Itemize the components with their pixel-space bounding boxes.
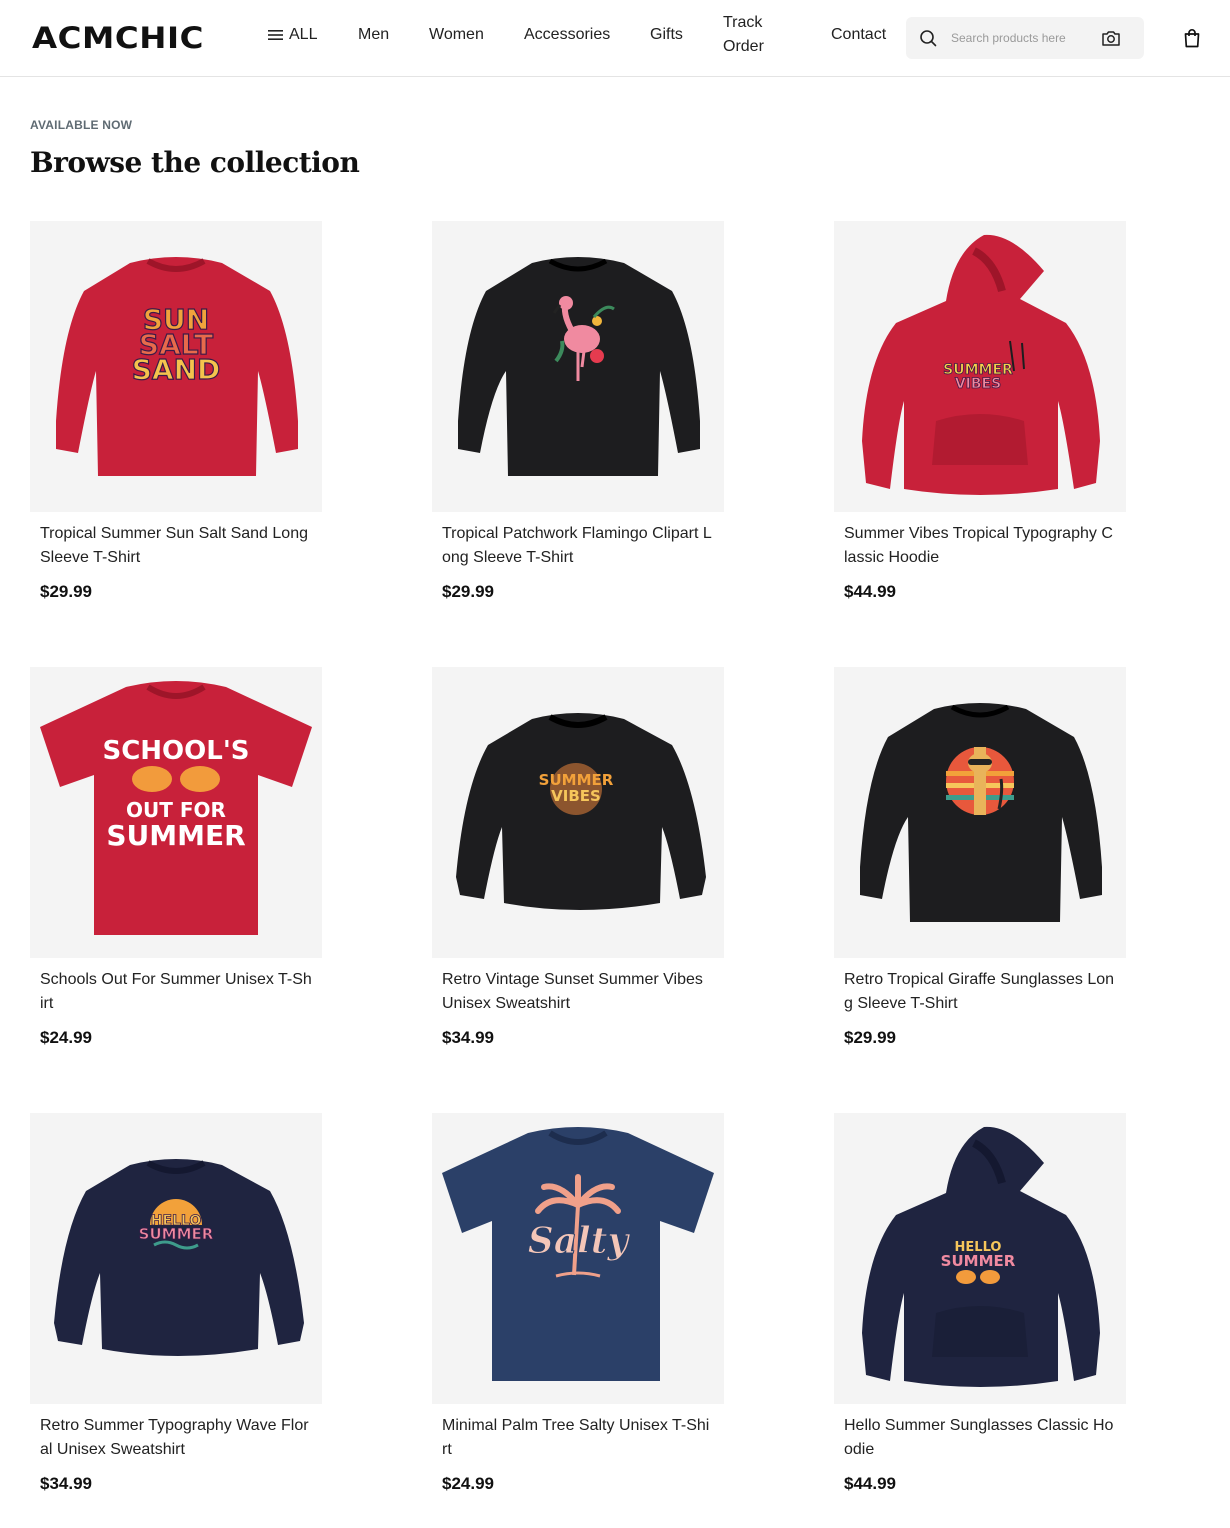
camera-icon[interactable] <box>1101 29 1121 47</box>
product-name[interactable]: Tropical Summer Sun Salt Sand Long Sleev… <box>40 522 312 570</box>
page-title: Browse the collection <box>30 146 360 179</box>
product-image[interactable]: Salty <box>432 1113 724 1404</box>
product-price: $29.99 <box>442 582 494 601</box>
product-name[interactable]: Hello Summer Sunglasses Classic Hoodie <box>844 1414 1116 1462</box>
product-price: $34.99 <box>40 1474 92 1493</box>
product-image[interactable] <box>432 221 724 512</box>
product-card[interactable]: SUMMER VIBES Summer Vibes Tropical Typog… <box>834 221 1126 602</box>
product-card[interactable]: Retro Tropical Giraffe Sunglasses Long S… <box>834 667 1126 1048</box>
product-price: $44.99 <box>844 582 896 601</box>
graphic-text-line: SCHOOL'S <box>102 736 249 766</box>
site-header: ACMCHIC ALL Men Women Accessories Gifts … <box>0 0 1230 77</box>
product-image[interactable] <box>834 667 1126 958</box>
track-order-line1: Track <box>723 14 763 31</box>
product-price: $29.99 <box>844 1028 896 1047</box>
product-image[interactable]: SUMMER VIBES <box>432 667 724 958</box>
graphic-text-line: SAND <box>132 353 221 386</box>
product-image[interactable]: SUMMER VIBES <box>834 221 1126 512</box>
product-card[interactable]: Salty Minimal Palm Tree Salty Unisex T-S… <box>432 1113 724 1494</box>
product-name[interactable]: Summer Vibes Tropical Typography Classic… <box>844 522 1116 570</box>
brand-logo[interactable]: ACMCHIC <box>32 23 207 51</box>
product-image[interactable]: HELLO SUMMER <box>834 1113 1126 1404</box>
search-input[interactable] <box>951 31 1091 45</box>
track-order-line2: Order <box>723 38 764 55</box>
product-image[interactable]: HELLO SUMMER <box>30 1113 322 1404</box>
hamburger-icon <box>268 30 283 40</box>
logo-text: ACMCHIC <box>32 23 204 51</box>
graphic-text-line: SUMMER <box>106 819 245 852</box>
product-price: $29.99 <box>40 582 92 601</box>
product-card[interactable]: SUN SALT SAND Tropical Summer Sun Salt S… <box>30 221 322 602</box>
nav-all-menu[interactable]: ALL <box>268 23 317 47</box>
section-eyebrow: AVAILABLE NOW <box>30 118 133 132</box>
product-name[interactable]: Tropical Patchwork Flamingo Clipart Long… <box>442 522 714 570</box>
graphic-text-line: Salty <box>528 1220 631 1262</box>
product-card[interactable]: SCHOOL'S OUT FOR SUMMER Schools Out For … <box>30 667 322 1048</box>
search-bar <box>906 17 1144 59</box>
shopping-bag-icon[interactable] <box>1182 28 1202 48</box>
product-name[interactable]: Minimal Palm Tree Salty Unisex T-Shirt <box>442 1414 714 1462</box>
product-name[interactable]: Retro Summer Typography Wave Floral Unis… <box>40 1414 312 1462</box>
nav-all-label: ALL <box>289 26 318 43</box>
nav-item-track-order[interactable]: Track Order <box>723 11 783 59</box>
navy-sweatshirt-shape <box>54 1159 304 1356</box>
graphic-text-line: VIBES <box>551 787 601 805</box>
product-name[interactable]: Retro Tropical Giraffe Sunglasses Long S… <box>844 968 1116 1016</box>
nav-item-gifts[interactable]: Gifts <box>650 23 683 47</box>
product-image[interactable]: SCHOOL'S OUT FOR SUMMER <box>30 667 322 958</box>
product-price: $24.99 <box>40 1028 92 1047</box>
giraffe-sunset-graphic <box>946 747 1014 815</box>
nav-item-men[interactable]: Men <box>358 23 389 47</box>
graphic-text-line: VIBES <box>955 376 1001 392</box>
product-price: $24.99 <box>442 1474 494 1493</box>
nav-item-contact[interactable]: Contact <box>831 23 886 47</box>
graphic-text-line: SUMMER <box>139 1225 214 1243</box>
graphic-text-line: SUMMER <box>941 1252 1016 1270</box>
product-card[interactable]: HELLO SUMMER Hello Summer Sunglasses Cla… <box>834 1113 1126 1494</box>
product-card[interactable]: Tropical Patchwork Flamingo Clipart Long… <box>432 221 724 602</box>
product-card[interactable]: HELLO SUMMER Retro Summer Typography Wav… <box>30 1113 322 1494</box>
nav-item-women[interactable]: Women <box>429 23 484 47</box>
product-name[interactable]: Retro Vintage Sunset Summer Vibes Unisex… <box>442 968 714 1016</box>
product-name[interactable]: Schools Out For Summer Unisex T-Shirt <box>40 968 312 1016</box>
search-icon[interactable] <box>919 29 937 47</box>
product-price: $34.99 <box>442 1028 494 1047</box>
product-image[interactable]: SUN SALT SAND <box>30 221 322 512</box>
product-card[interactable]: SUMMER VIBES Retro Vintage Sunset Summer… <box>432 667 724 1048</box>
nav-item-accessories[interactable]: Accessories <box>524 23 610 47</box>
product-price: $44.99 <box>844 1474 896 1493</box>
